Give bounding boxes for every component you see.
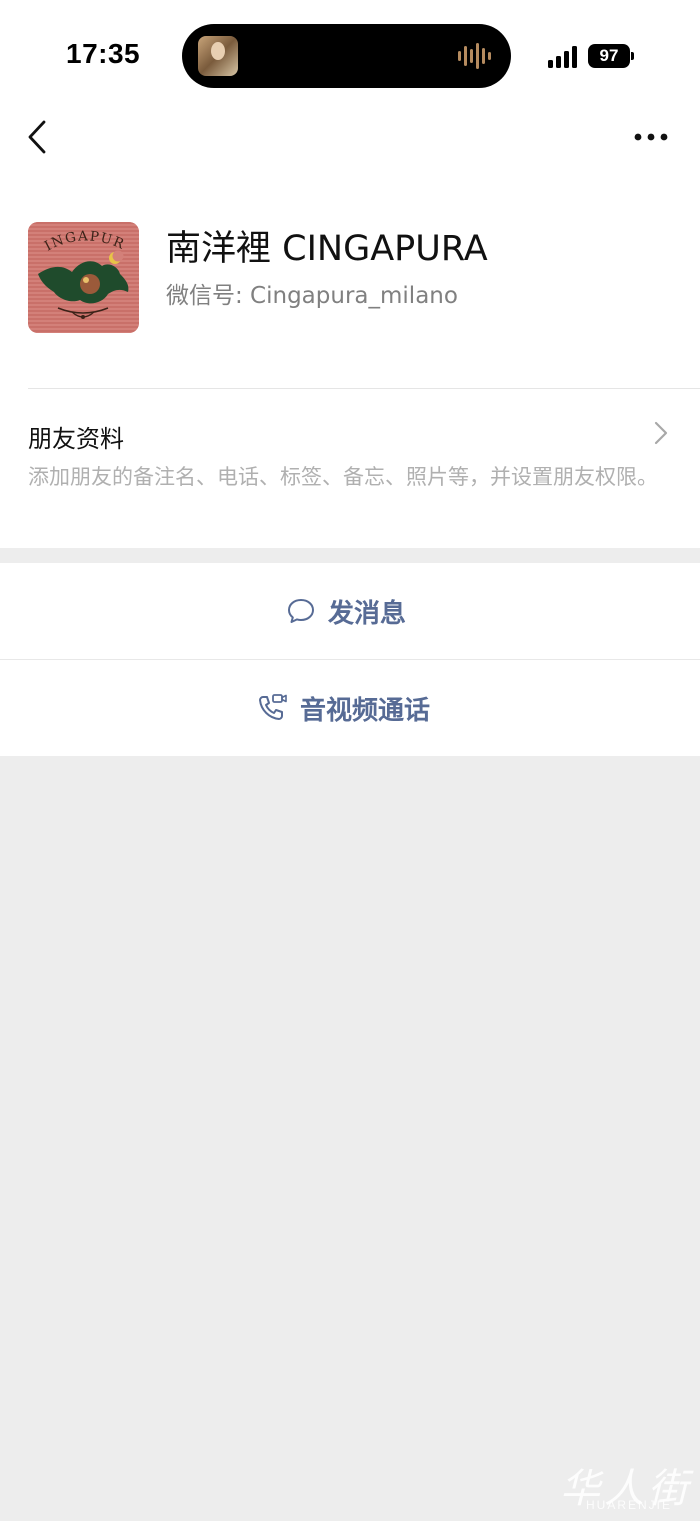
watermark-latin: HUARENJIE bbox=[586, 1498, 673, 1512]
chevron-left-icon[interactable] bbox=[22, 118, 58, 156]
status-time: 17:35 bbox=[66, 38, 141, 69]
av-call-label: 音视频通话 bbox=[300, 695, 431, 726]
cingapura-logo: CINGAPURA bbox=[28, 222, 139, 333]
av-call-button[interactable]: 音视频通话 bbox=[0, 660, 700, 756]
send-message-button[interactable]: 发消息 bbox=[0, 563, 700, 659]
now-playing-thumbnail bbox=[198, 36, 238, 76]
send-message-label: 发消息 bbox=[328, 598, 407, 629]
cellular-signal-icon bbox=[548, 46, 577, 68]
battery-indicator: 97 bbox=[588, 44, 630, 68]
phone-video-icon bbox=[259, 694, 287, 720]
friend-profile-description: 添加朋友的备注名、电话、标签、备忘、照片等，并设置朋友权限。 bbox=[28, 465, 658, 489]
chevron-right-icon bbox=[654, 421, 668, 445]
audio-waveform-icon bbox=[458, 43, 491, 69]
contact-name: 南洋裡 CINGAPURA bbox=[166, 229, 488, 269]
battery-nub bbox=[631, 52, 634, 60]
friend-profile-title: 朋友资料 bbox=[28, 425, 124, 453]
ellipsis-icon[interactable] bbox=[630, 122, 674, 152]
wechat-id: 微信号: Cingapura_milano bbox=[166, 283, 458, 309]
dynamic-island[interactable] bbox=[182, 24, 511, 88]
chat-bubble-icon bbox=[288, 599, 314, 623]
watermark: 华人街 HUARENJIE bbox=[560, 1456, 688, 1516]
avatar[interactable]: CINGAPURA bbox=[28, 222, 139, 333]
friend-profile-row[interactable]: 朋友资料 添加朋友的备注名、电话、标签、备忘、照片等，并设置朋友权限。 bbox=[0, 389, 700, 548]
